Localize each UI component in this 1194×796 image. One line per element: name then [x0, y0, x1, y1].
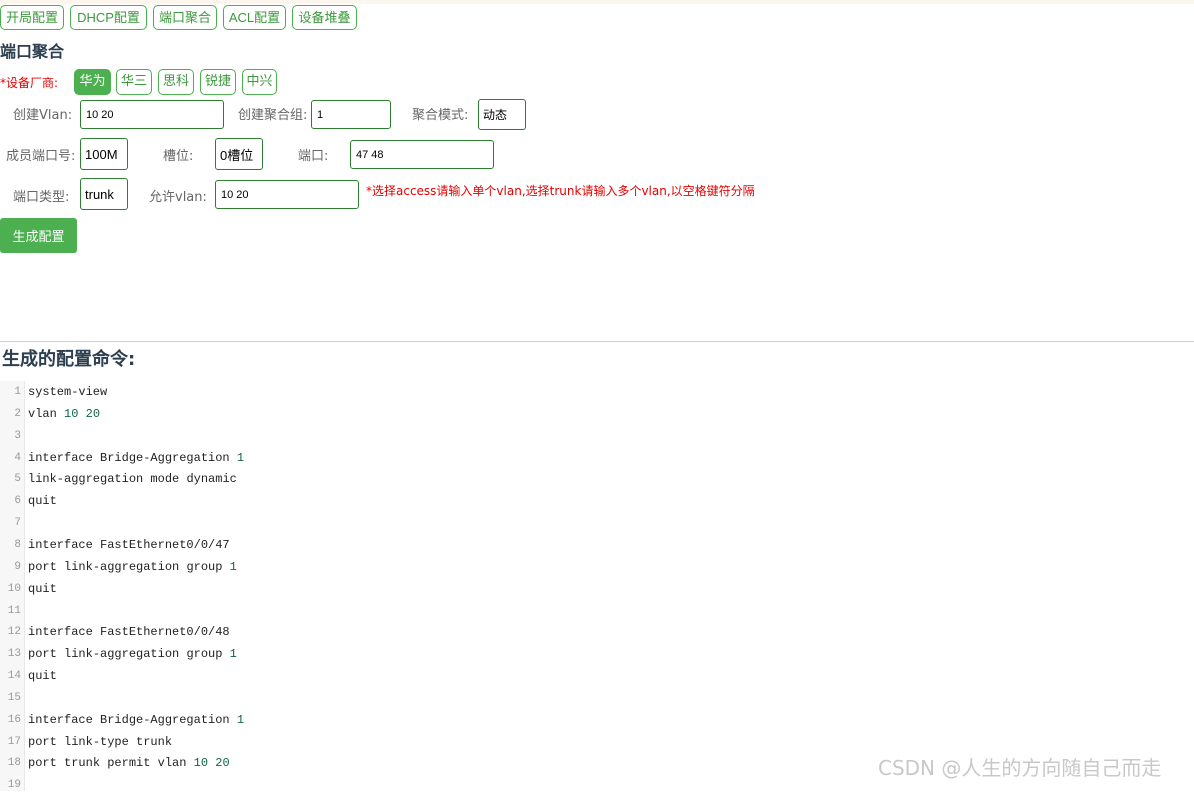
- line-number: 2: [14, 407, 21, 420]
- line-number: 6: [14, 495, 21, 508]
- code-line: 5 link-aggregation mode dynamic: [0, 468, 1194, 490]
- line-number: 7: [14, 517, 21, 530]
- port-label: 端口:: [298, 149, 329, 164]
- slot-label: 槽位:: [163, 149, 194, 164]
- code-line: 12 interface FastEthernet0/0/48: [0, 621, 1194, 643]
- aggregation-mode-select[interactable]: 动态: [478, 99, 526, 130]
- nav-button-dhcp-config[interactable]: DHCP配置: [70, 5, 147, 30]
- code-line: 8 interface FastEthernet0/0/47: [0, 534, 1194, 556]
- code-text: port trunk permit vlan 10 20: [28, 756, 230, 771]
- code-line: 10 quit: [0, 578, 1194, 600]
- line-number: 15: [7, 691, 21, 704]
- create-group-label: 创建聚合组:: [238, 108, 308, 123]
- code-line: 11: [0, 600, 1194, 622]
- code-text: interface Bridge-Aggregation 1: [28, 712, 245, 727]
- allow-vlan-input[interactable]: [215, 180, 359, 209]
- line-number: 9: [14, 560, 21, 573]
- line-number: 12: [7, 626, 21, 639]
- code-text: port link-type trunk: [28, 734, 173, 749]
- nav-button-startup-config[interactable]: 开局配置: [0, 5, 64, 30]
- line-number: 19: [7, 779, 21, 792]
- nav-button-acl-config[interactable]: ACL配置: [223, 5, 286, 30]
- generate-config-button[interactable]: 生成配置: [0, 218, 77, 253]
- code-line: 15: [0, 687, 1194, 709]
- vendor-option-zte[interactable]: 中兴: [242, 69, 277, 95]
- line-number: 10: [7, 582, 21, 595]
- vendor-option-h3c[interactable]: 华三: [116, 69, 152, 95]
- code-line: 13 port link-aggregation group 1: [0, 643, 1194, 665]
- vendor-option-ruijie[interactable]: 锐捷: [200, 69, 236, 95]
- code-line: 7: [0, 512, 1194, 534]
- code-text: system-view: [28, 385, 108, 399]
- line-number: 3: [14, 429, 21, 442]
- port-input[interactable]: [350, 140, 494, 169]
- port-type-label: 端口类型:: [13, 190, 70, 205]
- code-text: quit: [28, 494, 57, 509]
- nav-button-device-stack[interactable]: 设备堆叠: [292, 5, 357, 30]
- code-line: 17 port link-type trunk: [0, 731, 1194, 753]
- line-number: 1: [14, 386, 21, 398]
- code-text: interface FastEthernet0/0/47: [28, 537, 230, 552]
- output-title: 生成的配置命令:: [2, 349, 136, 370]
- line-number: 16: [7, 713, 21, 726]
- code-line: 4 interface Bridge-Aggregation 1: [0, 447, 1194, 469]
- code-text: vlan 10 20: [28, 406, 101, 421]
- code-line: 3: [0, 425, 1194, 447]
- line-number: 5: [14, 473, 21, 486]
- line-number: 14: [7, 670, 21, 683]
- line-number: 13: [7, 648, 21, 661]
- code-line: 9 port link-aggregation group 1: [0, 556, 1194, 578]
- code-text: interface Bridge-Aggregation 1: [28, 450, 245, 465]
- code-line: 1 system-view: [0, 381, 1194, 403]
- code-line: 14 quit: [0, 665, 1194, 687]
- page-title: 端口聚合: [0, 42, 65, 61]
- vendor-option-huawei[interactable]: 华为: [74, 69, 111, 95]
- line-number: 18: [7, 757, 21, 770]
- create-vlan-label: 创建Vlan:: [13, 108, 73, 123]
- create-group-input[interactable]: [311, 100, 391, 129]
- code-text: quit: [28, 581, 57, 596]
- line-number: 4: [14, 451, 21, 464]
- line-number: 11: [7, 604, 21, 617]
- code-line: 16 interface Bridge-Aggregation 1: [0, 709, 1194, 731]
- code-text: link-aggregation mode dynamic: [28, 472, 237, 487]
- nav-button-port-aggregation[interactable]: 端口聚合: [153, 5, 217, 30]
- member-port-label: 成员端口号:: [6, 149, 76, 164]
- create-vlan-input[interactable]: [80, 100, 224, 129]
- slot-select[interactable]: 0槽位: [215, 138, 263, 170]
- line-number: 8: [14, 538, 21, 551]
- code-text: quit: [28, 669, 57, 684]
- watermark: CSDN @人生的方向随自己而走: [878, 756, 1162, 780]
- port-type-select[interactable]: trunk: [80, 178, 128, 210]
- top-strip: [0, 0, 1194, 4]
- code-line: 2 vlan 10 20: [0, 403, 1194, 425]
- aggregation-mode-label: 聚合模式:: [412, 108, 469, 123]
- code-text: interface FastEthernet0/0/48: [28, 625, 230, 640]
- allow-vlan-label: 允许vlan:: [149, 190, 207, 205]
- code-line: 6 quit: [0, 490, 1194, 512]
- vendor-option-cisco[interactable]: 思科: [158, 69, 194, 95]
- vendor-label: *设备厂商:: [0, 76, 59, 90]
- divider: [0, 341, 1194, 342]
- vlan-hint-text: *选择access请输入单个vlan,选择trunk请输入多个vlan,以空格键…: [366, 184, 755, 198]
- code-text: port link-aggregation group 1: [28, 559, 237, 574]
- member-port-select[interactable]: 100M: [80, 138, 128, 170]
- line-number: 17: [7, 735, 21, 748]
- code-text: port link-aggregation group 1: [28, 647, 237, 662]
